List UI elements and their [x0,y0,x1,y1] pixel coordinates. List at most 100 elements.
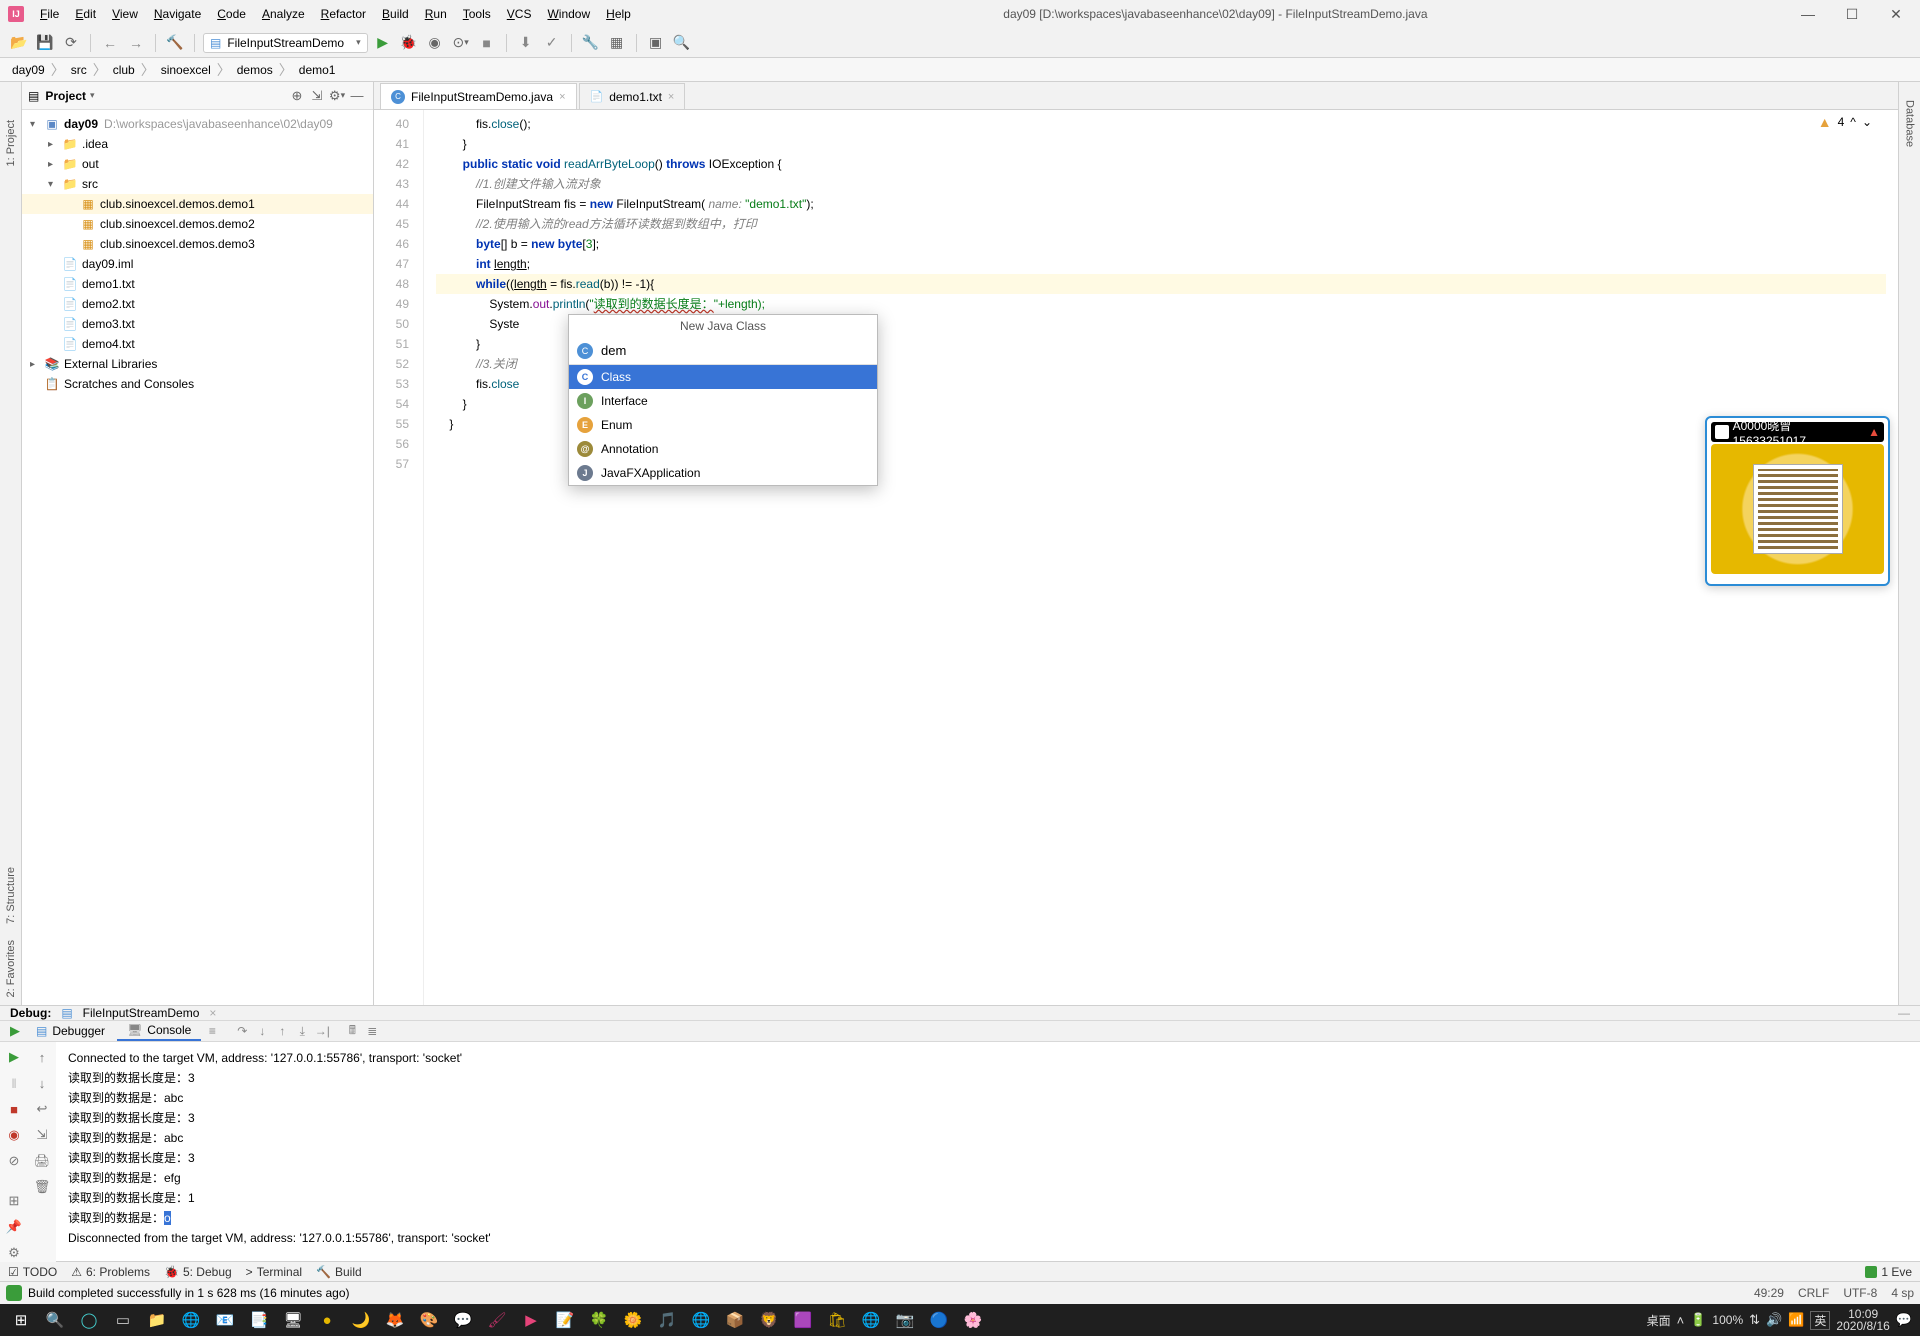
taskbar-app-icon[interactable]: 🌙 [344,1306,378,1334]
chevron-up-icon[interactable]: ˄ [1677,1313,1685,1328]
run-icon[interactable]: ▶ [372,32,394,54]
tree-item[interactable]: ▦club.sinoexcel.demos.demo1 [22,194,373,214]
settings-icon[interactable]: ⚙ [5,1244,23,1262]
tray-desktop-label[interactable]: 桌面 [1647,1312,1671,1329]
debug-icon[interactable]: 🐞 [398,32,420,54]
chevron-down-icon[interactable]: ▾ [90,90,95,101]
popup-option-enum[interactable]: EEnum [569,413,877,437]
project-tool-tab[interactable]: 1: Project [3,112,19,174]
console-tab[interactable]: 🖥Console [117,1021,201,1041]
scroll-up-icon[interactable]: ↑ [33,1048,51,1066]
taskbar-app-icon[interactable]: 📧 [208,1306,242,1334]
taskbar-app-icon[interactable]: 📷 [888,1306,922,1334]
step-into-icon[interactable]: ↓ [253,1022,271,1040]
trace-icon[interactable]: ≣ [363,1022,381,1040]
taskbar-app-icon[interactable]: 🦊 [378,1306,412,1334]
mute-bp-icon[interactable]: ⊘ [5,1152,23,1170]
editor-tab[interactable]: CFileInputStreamDemo.java× [380,83,577,109]
tree-item[interactable]: ▾📁src [22,174,373,194]
structure-tool-tab[interactable]: 7: Structure [3,859,19,932]
tree-item[interactable]: ▦club.sinoexcel.demos.demo2 [22,214,373,234]
taskbar-app-icon[interactable]: ⊞ [4,1306,38,1334]
event-log-indicator[interactable]: 1 Eve [1865,1265,1912,1279]
menu-file[interactable]: File [32,7,67,21]
taskbar-app-icon[interactable]: 🔍 [38,1306,72,1334]
taskbar-app-icon[interactable]: 📝 [548,1306,582,1334]
profile-icon[interactable]: ⊙▾ [450,32,472,54]
scratches-consoles[interactable]: 📋 Scratches and Consoles [22,374,373,394]
problems-indicator[interactable]: ▲ 4 ^ ⌄ [1818,114,1872,130]
breadcrumb-item[interactable]: club [113,63,135,77]
taskbar-app-icon[interactable]: 🍀 [582,1306,616,1334]
taskbar-app-icon[interactable]: 📁 [140,1306,174,1334]
debugger-tab[interactable]: ▤Debugger [26,1022,115,1040]
clear-icon[interactable]: 🗑 [33,1178,51,1196]
volume-icon[interactable]: 🔊 [1766,1312,1782,1328]
bottom-tab[interactable]: 🔨Build [316,1265,362,1279]
debug-tab-close-icon[interactable]: × [209,1006,216,1020]
print-icon[interactable]: 🖨 [33,1152,51,1170]
menu-help[interactable]: Help [598,7,639,21]
menu-refactor[interactable]: Refactor [313,7,374,21]
taskbar-app-icon[interactable]: ◯ [72,1306,106,1334]
evaluate-icon[interactable]: 🖩 [343,1022,361,1040]
tab-close-icon[interactable]: × [559,91,565,103]
bottom-tab[interactable]: 🐞5: Debug [164,1265,232,1279]
taskbar-app-icon[interactable]: ▭ [106,1306,140,1334]
tree-item[interactable]: ▦club.sinoexcel.demos.demo3 [22,234,373,254]
pause-icon[interactable]: ‖ [5,1074,23,1092]
indent-info[interactable]: 4 sp [1891,1286,1914,1300]
save-icon[interactable]: 💾 [34,32,56,54]
taskbar-app-icon[interactable]: 🌐 [174,1306,208,1334]
breadcrumb-item[interactable]: demo1 [299,63,336,77]
git-commit-icon[interactable]: ✓ [541,32,563,54]
taskbar-app-icon[interactable]: 🌐 [684,1306,718,1334]
taskbar-app-icon[interactable]: 🎵 [650,1306,684,1334]
run-anything-icon[interactable]: ▣ [645,32,667,54]
battery-icon[interactable]: 🔋 [1690,1312,1706,1328]
taskbar-app-icon[interactable]: 🛍 [820,1306,854,1334]
run-configuration-selector[interactable]: ▤ FileInputStreamDemo ▾ [203,33,368,53]
menu-analyze[interactable]: Analyze [254,7,313,21]
debug-console-output[interactable]: Connected to the target VM, address: '12… [56,1042,1920,1262]
coverage-icon[interactable]: ◉ [424,32,446,54]
rerun-icon[interactable]: ▶ [6,1022,24,1040]
menu-vcs[interactable]: VCS [499,7,540,21]
network-icon[interactable]: ⇅ [1749,1312,1760,1328]
caret-position[interactable]: 49:29 [1754,1286,1784,1300]
bottom-tab[interactable]: >Terminal [246,1265,302,1279]
project-view-icon[interactable]: ▤ [28,89,39,103]
popup-option-annotation[interactable]: @Annotation [569,437,877,461]
taskbar-app-icon[interactable]: 🔵 [922,1306,956,1334]
taskbar-app-icon[interactable]: ● [310,1306,344,1334]
menu-navigate[interactable]: Navigate [146,7,209,21]
chevron-down-icon[interactable]: ⌄ [1862,115,1872,129]
forward-icon[interactable]: → [125,32,147,54]
tree-item[interactable]: 📄demo2.txt [22,294,373,314]
close-button[interactable]: ✕ [1880,4,1912,24]
soft-wrap-icon[interactable]: ↩ [33,1100,51,1118]
breadcrumb-item[interactable]: day09 [12,63,45,77]
search-icon[interactable]: 🔍 [671,32,693,54]
menu-view[interactable]: View [104,7,146,21]
tray-date[interactable]: 2020/8/16 [1836,1320,1889,1332]
popup-option-interface[interactable]: IInterface [569,389,877,413]
breadcrumb-item[interactable]: src [71,63,87,77]
minimize-button[interactable]: — [1792,4,1824,24]
scroll-down-icon[interactable]: ↓ [33,1074,51,1092]
back-icon[interactable]: ← [99,32,121,54]
favorites-tool-tab[interactable]: 2: Favorites [3,932,19,1005]
wifi-icon[interactable]: 📶 [1788,1312,1804,1328]
menu-tools[interactable]: Tools [455,7,499,21]
editor-tab[interactable]: 📄demo1.txt× [579,83,686,109]
ime-indicator[interactable]: 英 [1810,1311,1830,1330]
step-out-icon[interactable]: ↑ [273,1022,291,1040]
breakpoints-icon[interactable]: ◉ [5,1126,23,1144]
taskbar-app-icon[interactable]: ▶ [514,1306,548,1334]
tree-item[interactable]: ▸📁out [22,154,373,174]
taskbar-app-icon[interactable]: 🌸 [956,1306,990,1334]
qr-overlay[interactable]: A0000晓曾 15633251017 ▲ [1705,416,1890,586]
taskbar-app-icon[interactable]: 🎨 [412,1306,446,1334]
layout-icon[interactable]: ⊞ [5,1192,23,1210]
stop-icon[interactable]: ■ [476,32,498,54]
